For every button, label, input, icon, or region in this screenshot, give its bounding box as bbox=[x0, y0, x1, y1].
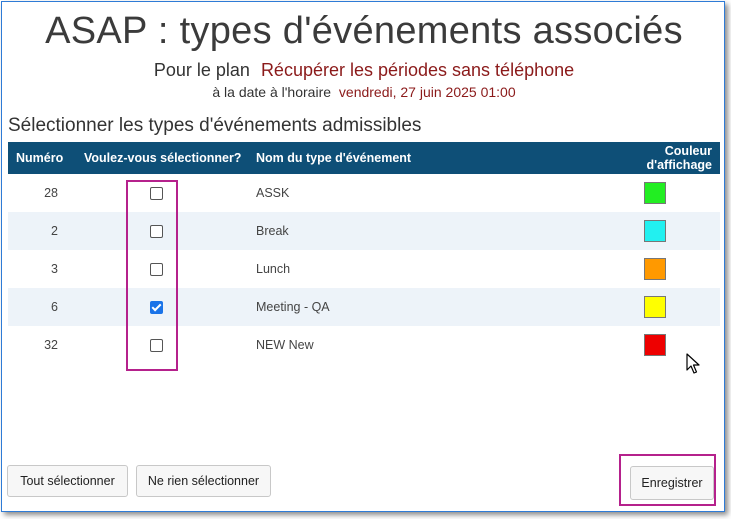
table-row: 28 ASSK bbox=[8, 174, 720, 212]
header-name: Nom du type d'événement bbox=[256, 151, 412, 165]
table-row: 6 Meeting - QA bbox=[8, 288, 720, 326]
row-color-cell bbox=[592, 250, 720, 288]
row-number: 2 bbox=[51, 224, 58, 238]
mouse-cursor-icon bbox=[686, 353, 700, 374]
row-color-cell bbox=[592, 326, 720, 364]
row-number: 3 bbox=[51, 262, 58, 276]
row-event-name: Lunch bbox=[256, 262, 291, 276]
table-row: 32 NEW New bbox=[8, 326, 720, 364]
row-color-cell bbox=[592, 174, 720, 212]
header-number: Numéro bbox=[16, 151, 64, 165]
color-swatch[interactable] bbox=[644, 258, 666, 280]
date-line: à la date à l'horaire vendredi, 27 juin … bbox=[2, 84, 726, 100]
select-none-button[interactable]: Ne rien sélectionner bbox=[136, 465, 271, 497]
row-number: 28 bbox=[44, 186, 58, 200]
row-event-name: Break bbox=[256, 224, 289, 238]
header-color: Couleur d'affichage bbox=[646, 144, 713, 172]
color-swatch[interactable] bbox=[644, 220, 666, 242]
date-label: à la date à l'horaire bbox=[212, 84, 332, 100]
row-number: 32 bbox=[44, 338, 58, 352]
select-all-button[interactable]: Tout sélectionner bbox=[7, 465, 128, 497]
plan-value: Récupérer les périodes sans téléphone bbox=[260, 60, 575, 80]
section-title: Sélectionner les types d'événements admi… bbox=[8, 115, 422, 136]
color-swatch[interactable] bbox=[644, 296, 666, 318]
dialog-frame: ASAP : types d'événements associés Pour … bbox=[1, 1, 725, 512]
header-select: Voulez-vous sélectionner? bbox=[84, 151, 242, 165]
row-event-name: Meeting - QA bbox=[256, 300, 330, 314]
table-row: 3 Lunch bbox=[8, 250, 720, 288]
table-header-row: Numéro Voulez-vous sélectionner? Nom du … bbox=[8, 142, 720, 174]
color-swatch[interactable] bbox=[644, 182, 666, 204]
color-swatch[interactable] bbox=[644, 334, 666, 356]
row-number: 6 bbox=[51, 300, 58, 314]
table-row: 2 Break bbox=[8, 212, 720, 250]
row-event-name: ASSK bbox=[256, 186, 290, 200]
event-types-table: Numéro Voulez-vous sélectionner? Nom du … bbox=[8, 142, 720, 364]
date-value: vendredi, 27 juin 2025 01:00 bbox=[338, 84, 516, 100]
page-title: ASAP : types d'événements associés bbox=[45, 10, 683, 52]
row-color-cell bbox=[592, 288, 720, 326]
row-color-cell bbox=[592, 212, 720, 250]
row-event-name: NEW New bbox=[256, 338, 314, 352]
plan-line: Pour le plan Récupérer les périodes sans… bbox=[2, 60, 726, 81]
plan-label: Pour le plan bbox=[153, 60, 250, 80]
checkbox-column-highlight bbox=[126, 180, 178, 371]
save-button[interactable]: Enregistrer bbox=[630, 466, 714, 500]
